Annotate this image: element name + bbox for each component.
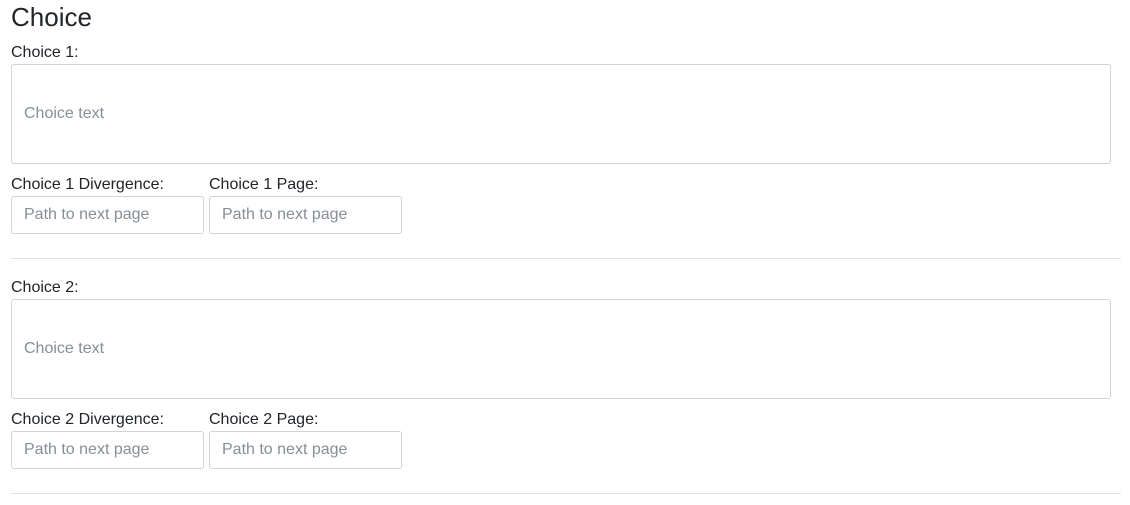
choice-1-divergence-field[interactable] — [11, 196, 204, 234]
choice-1-page-field[interactable] — [209, 196, 402, 234]
choice-1-text-field[interactable] — [11, 64, 1111, 164]
page-title: Choice — [11, 2, 92, 32]
choice-2-divergence-label: Choice 2 Divergence: — [11, 411, 164, 428]
choice-1-divider — [11, 258, 1121, 259]
choice-2-page-field[interactable] — [209, 431, 402, 469]
choice-2-divider — [11, 493, 1121, 494]
choice-1-label: Choice 1: — [11, 44, 79, 61]
choice-1-page-label: Choice 1 Page: — [209, 176, 319, 193]
choice-2-label: Choice 2: — [11, 279, 79, 296]
choice-2-divergence-field[interactable] — [11, 431, 204, 469]
choice-1-group: Choice 1: Choice 1 Divergence: Choice 1 … — [11, 42, 1111, 242]
choice-2-text-field[interactable] — [11, 299, 1111, 399]
choice-2-group: Choice 2: Choice 2 Divergence: Choice 2 … — [11, 277, 1111, 477]
choice-2-page-label: Choice 2 Page: — [209, 411, 319, 428]
choice-1-divergence-label: Choice 1 Divergence: — [11, 176, 164, 193]
